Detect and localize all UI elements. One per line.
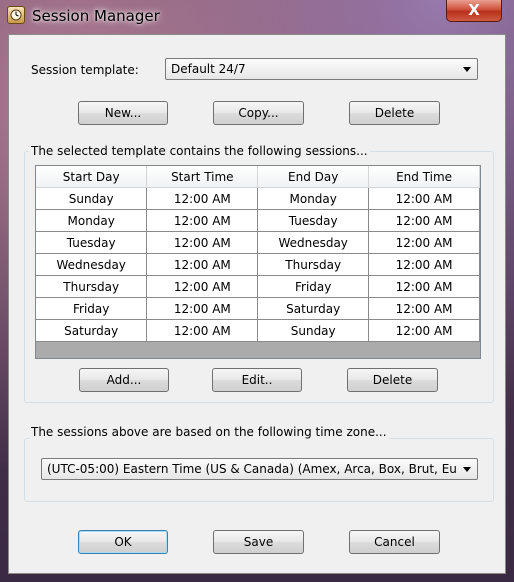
end-day-cell: Tuesday bbox=[257, 209, 370, 232]
start-day-cell: Tuesday bbox=[36, 231, 148, 254]
table-row[interactable]: Wednesday 12:00 AM Thursday 12:00 AM bbox=[36, 253, 480, 276]
window-title: Session Manager bbox=[32, 7, 160, 25]
start-time-cell: 12:00 AM bbox=[146, 319, 259, 342]
new-template-button[interactable]: New... bbox=[78, 101, 168, 125]
table-row[interactable]: Monday 12:00 AM Tuesday 12:00 AM bbox=[36, 209, 480, 232]
end-day-cell: Sunday bbox=[257, 319, 370, 342]
chevron-down-icon bbox=[463, 467, 471, 472]
delete-session-button[interactable]: Delete bbox=[347, 368, 438, 392]
table-row[interactable]: Friday 12:00 AM Saturday 12:00 AM bbox=[36, 297, 480, 320]
end-time-cell: 12:00 AM bbox=[368, 187, 480, 210]
timezone-dropdown[interactable]: (UTC-05:00) Eastern Time (US & Canada) (… bbox=[41, 458, 478, 480]
table-row[interactable]: Sunday 12:00 AM Monday 12:00 AM bbox=[36, 187, 480, 210]
close-button[interactable]: X bbox=[446, 0, 502, 22]
start-day-cell: Wednesday bbox=[36, 253, 148, 276]
end-time-cell: 12:00 AM bbox=[368, 275, 480, 298]
ok-button[interactable]: OK bbox=[78, 530, 168, 554]
start-time-cell: 12:00 AM bbox=[146, 209, 259, 232]
start-time-cell: 12:00 AM bbox=[146, 275, 259, 298]
chevron-down-icon bbox=[463, 67, 471, 72]
start-day-cell: Friday bbox=[36, 297, 148, 320]
title-bar[interactable]: Session Manager X bbox=[0, 0, 514, 34]
sessions-group-title: The selected template contains the follo… bbox=[29, 144, 370, 158]
table-row[interactable]: Thursday 12:00 AM Friday 12:00 AM bbox=[36, 275, 480, 298]
start-time-cell: 12:00 AM bbox=[146, 297, 259, 320]
delete-template-button[interactable]: Delete bbox=[349, 101, 440, 125]
copy-template-button[interactable]: Copy... bbox=[213, 101, 304, 125]
clock-icon bbox=[7, 6, 25, 24]
column-header[interactable]: End Day bbox=[257, 166, 370, 188]
end-time-cell: 12:00 AM bbox=[368, 319, 480, 342]
save-button[interactable]: Save bbox=[213, 530, 304, 554]
timezone-value: (UTC-05:00) Eastern Time (US & Canada) (… bbox=[47, 462, 457, 476]
add-session-button[interactable]: Add... bbox=[79, 368, 169, 392]
session-template-label: Session template: bbox=[31, 63, 139, 77]
close-icon: X bbox=[468, 1, 480, 19]
end-time-cell: 12:00 AM bbox=[368, 209, 480, 232]
end-day-cell: Friday bbox=[257, 275, 370, 298]
start-day-cell: Sunday bbox=[36, 187, 148, 210]
table-row[interactable]: Saturday 12:00 AM Sunday 12:00 AM bbox=[36, 319, 480, 342]
end-time-cell: 12:00 AM bbox=[368, 231, 480, 254]
session-template-value: Default 24/7 bbox=[171, 62, 246, 76]
end-time-cell: 12:00 AM bbox=[368, 253, 480, 276]
edit-session-button[interactable]: Edit.. bbox=[212, 368, 302, 392]
column-header[interactable]: End Time bbox=[368, 166, 480, 188]
end-day-cell: Monday bbox=[257, 187, 370, 210]
start-time-cell: 12:00 AM bbox=[146, 231, 259, 254]
timezone-group-title: The sessions above are based on the foll… bbox=[29, 425, 389, 439]
dialog-body: Session template: Default 24/7 New... Co… bbox=[8, 34, 506, 574]
start-day-cell: Saturday bbox=[36, 319, 148, 342]
end-day-cell: Wednesday bbox=[257, 231, 370, 254]
start-time-cell: 12:00 AM bbox=[146, 253, 259, 276]
start-day-cell: Thursday bbox=[36, 275, 148, 298]
session-template-dropdown[interactable]: Default 24/7 bbox=[165, 58, 478, 80]
table-row[interactable]: Tuesday 12:00 AM Wednesday 12:00 AM bbox=[36, 231, 480, 254]
end-day-cell: Saturday bbox=[257, 297, 370, 320]
end-day-cell: Thursday bbox=[257, 253, 370, 276]
start-time-cell: 12:00 AM bbox=[146, 187, 259, 210]
end-time-cell: 12:00 AM bbox=[368, 297, 480, 320]
column-header[interactable]: Start Time bbox=[146, 166, 259, 188]
sessions-table[interactable]: Start Day Start Time End Day End Time Su… bbox=[35, 165, 481, 359]
start-day-cell: Monday bbox=[36, 209, 148, 232]
cancel-button[interactable]: Cancel bbox=[349, 530, 440, 554]
column-header[interactable]: Start Day bbox=[36, 166, 148, 188]
